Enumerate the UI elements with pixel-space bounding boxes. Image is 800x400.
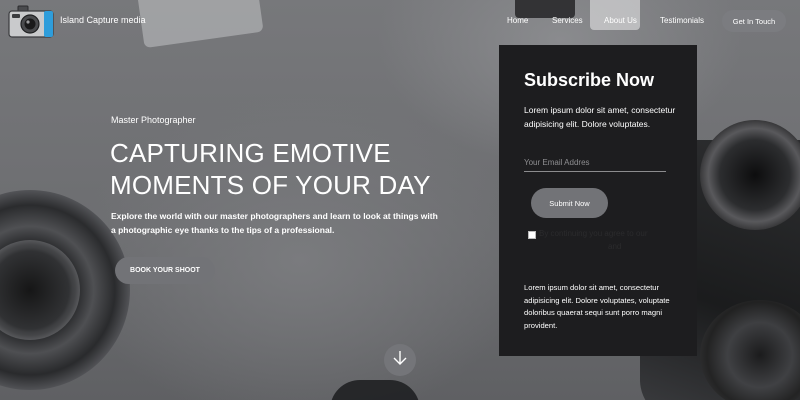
scroll-down-button[interactable] (384, 344, 416, 376)
email-input[interactable] (524, 154, 666, 172)
arrow-down-icon (391, 349, 409, 372)
top-navigation: Island Capture media Home Services About… (0, 0, 800, 42)
hero-title-line-2: MOMENTS OF YOUR DAY (110, 170, 431, 200)
subscribe-panel: Subscribe Now Lorem ipsum dolor sit amet… (499, 45, 697, 356)
camera-icon[interactable] (8, 5, 54, 38)
hero-kicker: Master Photographer (111, 115, 196, 125)
nav-home[interactable]: Home (507, 16, 528, 25)
hero-title-line-1: CAPTURING EMOTIVE (110, 138, 391, 168)
background-strap (330, 380, 420, 400)
submit-now-button[interactable]: Submit Now (531, 188, 608, 218)
subscribe-title: Subscribe Now (524, 70, 655, 90)
nav-services[interactable]: Services (552, 16, 583, 25)
hero-title: CAPTURING EMOTIVE MOMENTS OF YOUR DAY (110, 137, 470, 201)
book-your-shoot-button[interactable]: BOOK YOUR SHOOT (115, 257, 215, 284)
subscribe-intro: Lorem ipsum dolor sit amet, consectetur … (524, 105, 676, 129)
nav-testimonials[interactable]: Testimonials (660, 16, 704, 25)
agree-checkbox[interactable] (528, 231, 536, 239)
get-in-touch-button[interactable]: Get In Touch (722, 10, 786, 32)
agree-text: By continuing you agree to our (539, 229, 648, 238)
hero-description: Explore the world with our master photog… (111, 211, 438, 235)
agree-text-and: and (608, 242, 622, 251)
brand-name[interactable]: Island Capture media (60, 15, 146, 25)
nav-about-us[interactable]: About Us (604, 16, 637, 25)
background-camera-lens (700, 120, 800, 230)
subscribe-footer-text: Lorem ipsum dolor sit amet, consectetur … (524, 283, 670, 330)
